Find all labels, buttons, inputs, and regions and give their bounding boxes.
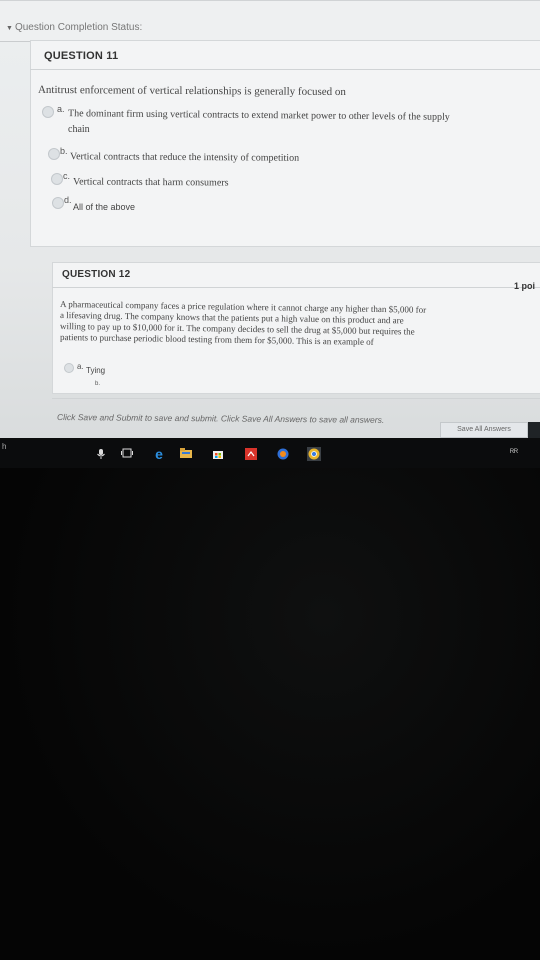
q12-option-b-letter: b. bbox=[95, 381, 101, 387]
q11-option-c-letter: c. bbox=[63, 171, 71, 181]
q12-option-a-text[interactable]: Tying bbox=[86, 366, 105, 375]
q11-option-d-letter: d. bbox=[64, 195, 72, 205]
q11-option-c-text[interactable]: Vertical contracts that harm consumers bbox=[73, 176, 229, 188]
collapse-triangle-icon: ▼ bbox=[6, 25, 13, 32]
q11-option-a-letter: a. bbox=[57, 104, 65, 114]
media-icon[interactable] bbox=[277, 448, 289, 460]
question-12-divider bbox=[52, 287, 540, 288]
q11-option-c-radio[interactable] bbox=[51, 173, 63, 185]
file-explorer-icon[interactable] bbox=[180, 448, 192, 460]
q11-option-a-text-cont: chain bbox=[68, 124, 90, 135]
q12-option-a-radio[interactable] bbox=[64, 363, 74, 373]
question-completion-status[interactable]: ▼ Question Completion Status: bbox=[6, 22, 142, 33]
q12-option-a-letter: a. bbox=[77, 362, 84, 371]
q11-option-b-letter: b. bbox=[60, 146, 68, 156]
q11-option-b-text[interactable]: Vertical contracts that reduce the inten… bbox=[70, 151, 299, 164]
save-and-submit-button[interactable] bbox=[528, 422, 540, 438]
browser-screen: ▼ Question Completion Status: QUESTION 11… bbox=[0, 0, 540, 438]
people-icon[interactable]: ᴿᴿ bbox=[510, 447, 518, 457]
task-view-icon[interactable] bbox=[121, 448, 133, 460]
question-11-prompt: Antitrust enforcement of vertical relati… bbox=[37, 83, 346, 99]
question-11-heading: QUESTION 11 bbox=[44, 50, 119, 62]
q11-option-d-text[interactable]: All of the above bbox=[73, 202, 135, 212]
dark-monitor-bezel bbox=[0, 468, 540, 960]
question-12-heading: QUESTION 12 bbox=[62, 269, 131, 280]
footer-instructions: Click Save and Submit to save and submit… bbox=[56, 412, 385, 425]
edge-icon[interactable]: e bbox=[153, 447, 165, 461]
q11-option-b-radio[interactable] bbox=[48, 148, 60, 160]
question-11-card bbox=[30, 40, 540, 247]
store-icon[interactable] bbox=[212, 448, 224, 460]
question-11-divider bbox=[30, 69, 540, 70]
footer-divider bbox=[52, 398, 540, 399]
q11-option-d-radio[interactable] bbox=[52, 197, 64, 209]
app-red-icon[interactable] bbox=[245, 448, 257, 460]
taskbar-left-fragment: h bbox=[2, 442, 7, 451]
chrome-icon[interactable] bbox=[307, 447, 321, 461]
q11-option-a-radio[interactable] bbox=[42, 106, 54, 118]
microphone-icon[interactable] bbox=[95, 448, 107, 460]
question-12-points: 1 poi bbox=[514, 281, 536, 291]
save-all-answers-button[interactable]: Save All Answers bbox=[440, 422, 528, 438]
windows-taskbar: h e ᴿᴿ bbox=[0, 438, 540, 468]
question-completion-status-bar[interactable]: ▼ Question Completion Status: bbox=[0, 0, 540, 42]
status-label-text: Question Completion Status: bbox=[14, 22, 143, 33]
